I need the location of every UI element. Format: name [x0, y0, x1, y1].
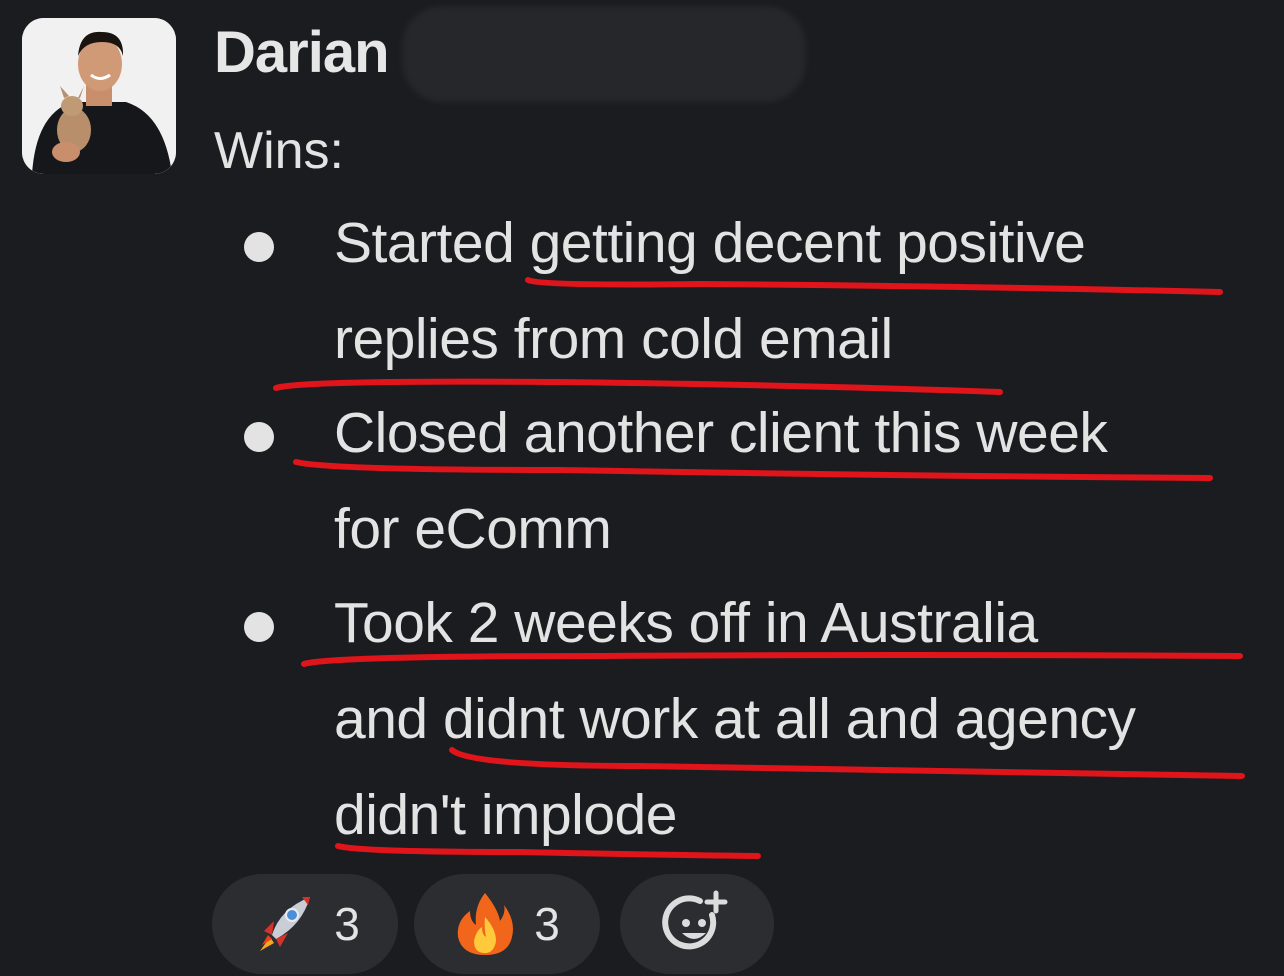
author-name[interactable]: Darian [214, 18, 390, 88]
reaction-count: 3 [334, 898, 360, 950]
reaction-rocket[interactable]: 3 [212, 874, 398, 974]
rocket-icon [250, 891, 316, 957]
reaction-fire[interactable]: 3 [414, 874, 600, 974]
underline-stroke [525, 277, 1223, 295]
bullet-text-line: replies from cold email [334, 307, 893, 371]
bullet-text-line: and didnt work at all and agency [334, 687, 1136, 751]
add-reaction-button[interactable] [620, 874, 774, 974]
bullet-text-line: Closed another client this week [334, 401, 1108, 465]
bullet-text-line: Took 2 weeks off in Australia [334, 591, 1038, 655]
bullet-point [244, 232, 274, 262]
bullet-text-line: didn't implode [334, 783, 677, 847]
fire-icon [454, 891, 516, 957]
chat-message: Darian Wins: Started getting decent posi… [0, 0, 1284, 976]
reaction-count: 3 [534, 898, 560, 950]
add-reaction-icon [662, 889, 732, 959]
bullet-point [244, 612, 274, 642]
bullet-point [244, 422, 274, 452]
bullet-text-line: for eComm [334, 497, 612, 561]
underline-stroke [273, 378, 1003, 395]
redacted-area [402, 6, 806, 102]
message-heading: Wins: [214, 122, 344, 180]
bullet-text-line: Started getting decent positive [334, 211, 1086, 275]
avatar[interactable] [22, 18, 176, 174]
